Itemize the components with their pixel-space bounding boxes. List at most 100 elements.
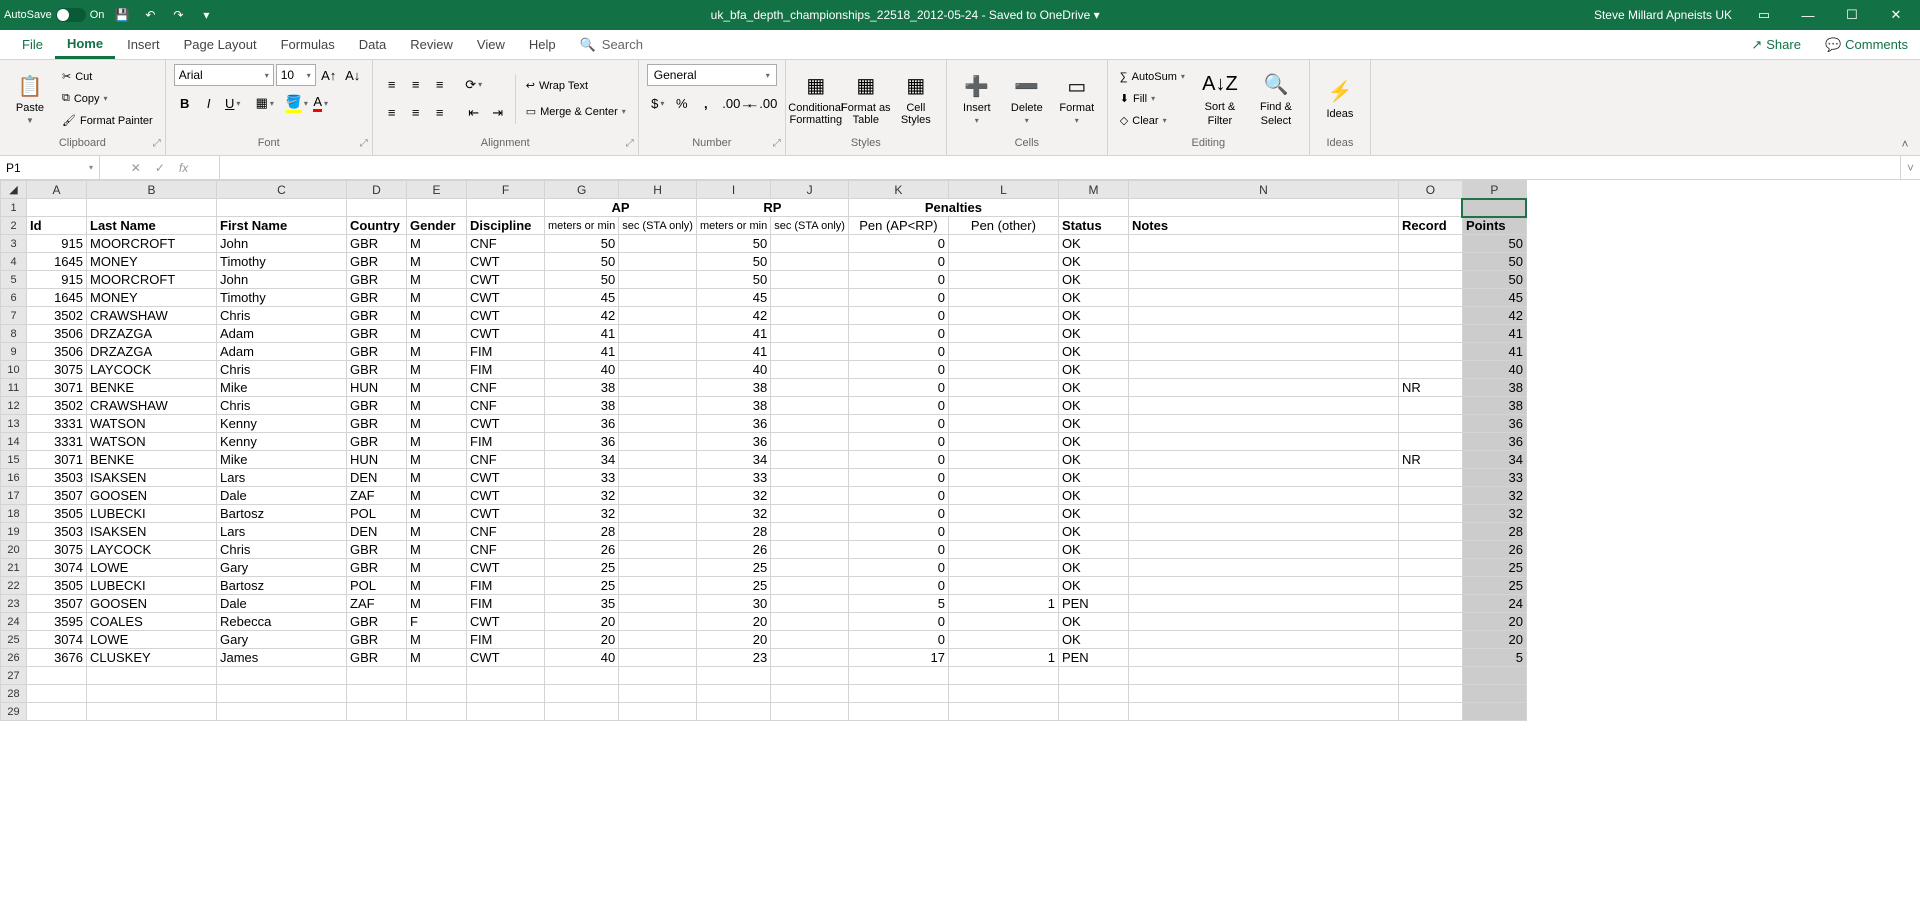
row-header[interactable]: 28 bbox=[1, 685, 27, 703]
tab-review[interactable]: Review bbox=[398, 30, 465, 59]
tab-page-layout[interactable]: Page Layout bbox=[172, 30, 269, 59]
row-header[interactable]: 16 bbox=[1, 469, 27, 487]
cell[interactable] bbox=[948, 235, 1058, 253]
cell[interactable]: 24 bbox=[1462, 595, 1526, 613]
cell[interactable]: M bbox=[407, 289, 467, 307]
cell[interactable]: 3506 bbox=[27, 343, 87, 361]
cell[interactable]: First Name bbox=[217, 217, 347, 235]
cell[interactable]: Gender bbox=[407, 217, 467, 235]
cell[interactable]: 38 bbox=[545, 397, 619, 415]
cell[interactable]: MOORCROFT bbox=[87, 271, 217, 289]
align-top-icon[interactable]: ≡ bbox=[381, 74, 403, 96]
cell[interactable]: CNF bbox=[467, 235, 545, 253]
cell[interactable]: John bbox=[217, 235, 347, 253]
cell[interactable]: Lars bbox=[217, 469, 347, 487]
cell[interactable]: 45 bbox=[1462, 289, 1526, 307]
cell[interactable]: Status bbox=[1058, 217, 1128, 235]
align-middle-icon[interactable]: ≡ bbox=[405, 74, 427, 96]
cell[interactable] bbox=[771, 667, 849, 685]
row-header[interactable]: 2 bbox=[1, 217, 27, 235]
cell[interactable] bbox=[1128, 307, 1398, 325]
cell[interactable]: OK bbox=[1058, 487, 1128, 505]
tell-me-search[interactable]: 🔍 Search bbox=[568, 30, 655, 59]
cell[interactable]: M bbox=[407, 595, 467, 613]
cell[interactable] bbox=[771, 253, 849, 271]
cell[interactable]: 0 bbox=[848, 505, 948, 523]
cell[interactable]: 0 bbox=[848, 325, 948, 343]
cell[interactable]: 45 bbox=[545, 289, 619, 307]
cell[interactable] bbox=[948, 361, 1058, 379]
cell[interactable]: 26 bbox=[696, 541, 770, 559]
cell[interactable] bbox=[1398, 199, 1462, 217]
cell[interactable]: CWT bbox=[467, 505, 545, 523]
cell[interactable] bbox=[771, 505, 849, 523]
cell[interactable]: 20 bbox=[545, 613, 619, 631]
cell[interactable] bbox=[771, 613, 849, 631]
cell[interactable] bbox=[948, 685, 1058, 703]
cell[interactable]: 38 bbox=[1462, 379, 1526, 397]
cell[interactable] bbox=[771, 325, 849, 343]
cell[interactable]: 36 bbox=[696, 433, 770, 451]
column-header-O[interactable]: O bbox=[1398, 181, 1462, 199]
cell[interactable]: CWT bbox=[467, 289, 545, 307]
row-header[interactable]: 7 bbox=[1, 307, 27, 325]
cell[interactable] bbox=[619, 325, 697, 343]
cell[interactable]: 0 bbox=[848, 379, 948, 397]
cell[interactable]: Notes bbox=[1128, 217, 1398, 235]
row-header[interactable]: 4 bbox=[1, 253, 27, 271]
column-header-E[interactable]: E bbox=[407, 181, 467, 199]
cell[interactable]: FIM bbox=[467, 577, 545, 595]
cell[interactable]: 0 bbox=[848, 253, 948, 271]
cell[interactable]: GBR bbox=[347, 649, 407, 667]
cell[interactable] bbox=[27, 703, 87, 721]
cell[interactable]: GOOSEN bbox=[87, 487, 217, 505]
cell[interactable] bbox=[948, 505, 1058, 523]
cell[interactable]: 50 bbox=[545, 253, 619, 271]
cell[interactable] bbox=[619, 469, 697, 487]
cell[interactable]: GBR bbox=[347, 397, 407, 415]
cell[interactable]: PEN bbox=[1058, 649, 1128, 667]
cell[interactable]: sec (STA only) bbox=[771, 217, 849, 235]
cell[interactable] bbox=[87, 199, 217, 217]
share-button[interactable]: ↗ Share bbox=[1739, 30, 1813, 59]
cell[interactable] bbox=[1128, 505, 1398, 523]
orientation-icon[interactable]: ⟳ bbox=[463, 74, 485, 96]
title-dropdown-icon[interactable]: ▾ bbox=[1094, 8, 1100, 22]
cell[interactable] bbox=[545, 685, 619, 703]
cell[interactable] bbox=[1128, 631, 1398, 649]
cell[interactable] bbox=[1462, 667, 1526, 685]
cell[interactable] bbox=[1128, 649, 1398, 667]
cell[interactable] bbox=[1398, 649, 1462, 667]
cell[interactable] bbox=[771, 469, 849, 487]
cell[interactable]: meters or min bbox=[696, 217, 770, 235]
cell[interactable] bbox=[848, 685, 948, 703]
cell[interactable] bbox=[1398, 613, 1462, 631]
cell[interactable]: M bbox=[407, 415, 467, 433]
cell[interactable] bbox=[948, 631, 1058, 649]
cell[interactable]: M bbox=[407, 325, 467, 343]
paste-button[interactable]: 📋 Paste ▼ bbox=[8, 66, 52, 132]
cell[interactable]: OK bbox=[1058, 289, 1128, 307]
cell[interactable]: 20 bbox=[696, 613, 770, 631]
cell[interactable] bbox=[948, 451, 1058, 469]
cell[interactable]: Bartosz bbox=[217, 577, 347, 595]
cell[interactable]: 25 bbox=[696, 577, 770, 595]
cell[interactable]: CWT bbox=[467, 271, 545, 289]
cell[interactable] bbox=[407, 685, 467, 703]
format-cells-button[interactable]: ▭Format▾ bbox=[1055, 66, 1099, 132]
cell[interactable]: 0 bbox=[848, 397, 948, 415]
cell[interactable] bbox=[619, 685, 697, 703]
cell[interactable] bbox=[619, 271, 697, 289]
cell[interactable]: 26 bbox=[545, 541, 619, 559]
cell[interactable] bbox=[217, 703, 347, 721]
cell[interactable]: 1645 bbox=[27, 289, 87, 307]
cell[interactable] bbox=[948, 397, 1058, 415]
cell[interactable] bbox=[619, 307, 697, 325]
cell[interactable]: 5 bbox=[848, 595, 948, 613]
row-header[interactable]: 17 bbox=[1, 487, 27, 505]
cell[interactable] bbox=[1128, 397, 1398, 415]
borders-button[interactable]: ▦ bbox=[254, 92, 276, 114]
cell[interactable]: BENKE bbox=[87, 451, 217, 469]
clear-button[interactable]: ◇Clear▾ bbox=[1116, 111, 1189, 131]
cell[interactable]: 25 bbox=[696, 559, 770, 577]
